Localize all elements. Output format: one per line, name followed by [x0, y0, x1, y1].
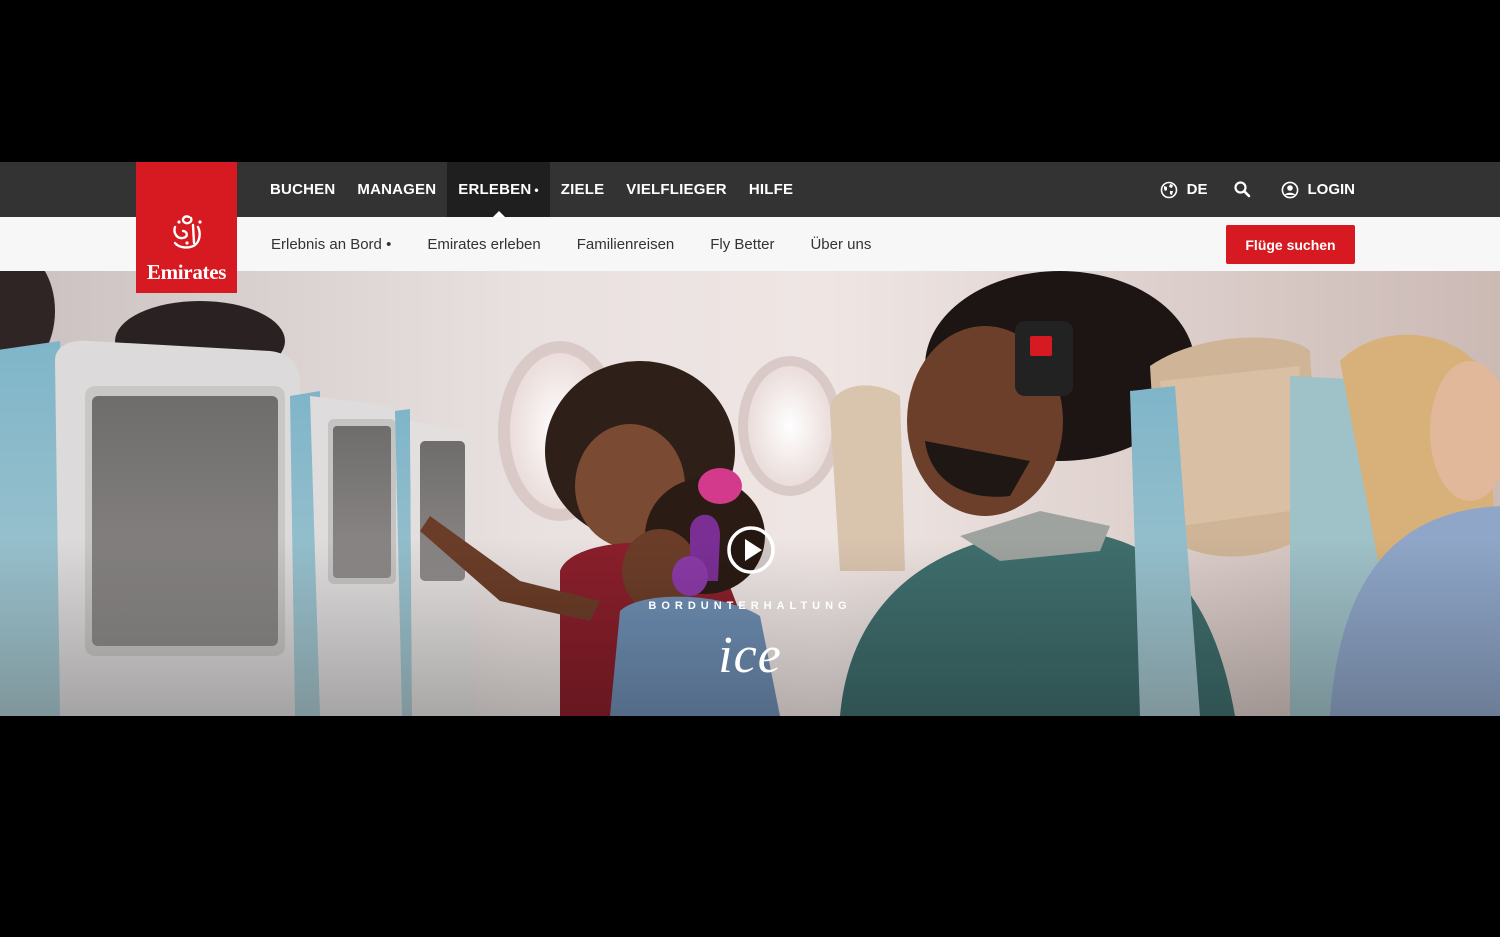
globe-icon — [1160, 181, 1178, 199]
sub-nav-item-ueber-uns[interactable]: Über uns — [810, 236, 871, 253]
sub-nav-item-fly-better[interactable]: Fly Better — [710, 236, 774, 253]
nav-item-label: MANAGEN — [357, 181, 437, 198]
hero-eyebrow: BORDUNTERHALTUNG — [648, 600, 852, 612]
search-flights-button[interactable]: Flüge suchen — [1226, 225, 1355, 264]
search-button[interactable] — [1233, 181, 1251, 198]
emirates-logo[interactable]: Emirates — [136, 162, 237, 293]
nav-item-vielflieger[interactable]: VIELFLIEGER — [615, 162, 738, 217]
hero-banner: BORDUNTERHALTUNG ice — [0, 271, 1500, 716]
sub-nav-item-emirates-erleben[interactable]: Emirates erleben — [427, 236, 540, 253]
nav-item-label: ZIELE — [560, 181, 605, 198]
nav-item-ziele[interactable]: ZIELE — [550, 162, 616, 217]
nav-item-label: BUCHEN — [270, 181, 336, 198]
active-dot: • — [534, 182, 539, 197]
nav-item-label: ERLEBEN — [458, 181, 532, 198]
nav-item-buchen[interactable]: BUCHEN — [259, 162, 346, 217]
arabic-calligraphy-icon — [167, 213, 207, 260]
sub-nav-item-familienreisen[interactable]: Familienreisen — [577, 236, 675, 253]
nav-item-label: HILFE — [748, 181, 794, 198]
login-label: LOGIN — [1307, 181, 1356, 198]
main-nav: BUCHEN MANAGEN ERLEBEN • ZIELE VIELFLIEG… — [259, 162, 804, 217]
utility-nav: DE LOGIN — [1160, 162, 1355, 217]
play-video-button[interactable] — [726, 525, 776, 575]
logo-wordmark: Emirates — [146, 260, 227, 284]
play-icon — [726, 526, 776, 579]
page: BUCHEN MANAGEN ERLEBEN • ZIELE VIELFLIEG… — [0, 162, 1500, 716]
search-icon — [1233, 181, 1251, 198]
nav-item-managen[interactable]: MANAGEN — [346, 162, 447, 217]
language-selector[interactable]: DE — [1160, 181, 1208, 199]
nav-item-erleben[interactable]: ERLEBEN • — [447, 162, 550, 217]
hero-overlay: BORDUNTERHALTUNG ice — [0, 271, 1500, 716]
login-button[interactable]: LOGIN — [1281, 181, 1356, 199]
sub-nav: Erlebnis an Bord • Emirates erleben Fami… — [271, 217, 871, 271]
nav-item-hilfe[interactable]: HILFE — [738, 162, 804, 217]
language-label: DE — [1186, 181, 1208, 198]
sub-nav-item-erlebnis-an-bord[interactable]: Erlebnis an Bord • — [271, 236, 391, 253]
ice-logo: ice — [718, 627, 782, 684]
nav-item-label: VIELFLIEGER — [626, 181, 727, 198]
user-icon — [1281, 181, 1299, 199]
